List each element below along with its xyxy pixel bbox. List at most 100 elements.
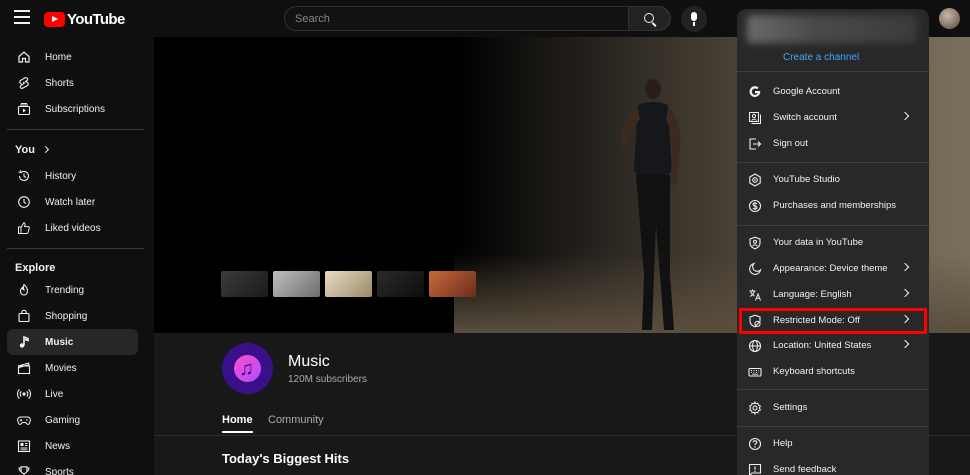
- menu-item-keyboard-shortcuts[interactable]: Keyboard shortcuts: [737, 359, 929, 385]
- menu-divider: [737, 225, 929, 226]
- menu-divider: [737, 389, 929, 390]
- chevron-right-icon: [900, 262, 910, 272]
- menu-item-youtube-studio[interactable]: YouTube Studio: [737, 167, 929, 193]
- subscriptions-icon: [17, 103, 31, 116]
- logo-text: YouTube: [67, 11, 125, 28]
- chevron-right-icon: [900, 111, 910, 121]
- banner-thumbnails: [221, 271, 476, 297]
- menu-item-settings[interactable]: Settings: [737, 395, 929, 421]
- flame-icon: [19, 283, 29, 296]
- menu-item-sign-out[interactable]: Sign out: [737, 131, 929, 157]
- sidebar-item-music[interactable]: Music: [7, 329, 138, 355]
- sidebar-item-sports[interactable]: Sports: [7, 459, 138, 475]
- shelf-title: Today's Biggest Hits: [222, 451, 350, 466]
- sign-out-icon: [749, 138, 762, 150]
- thumbnail[interactable]: [273, 271, 320, 297]
- sidebar-item-watch-later[interactable]: Watch later: [7, 189, 138, 215]
- sidebar-explore-heading: Explore: [15, 262, 56, 274]
- menu-item-language[interactable]: Language: English: [737, 282, 929, 308]
- search-icon: [644, 13, 654, 23]
- menu-item-location[interactable]: Location: United States: [737, 333, 929, 359]
- sidebar-item-movies[interactable]: Movies: [7, 355, 138, 381]
- sidebar-item-live[interactable]: Live: [7, 381, 138, 407]
- shopping-bag-icon: [18, 309, 30, 323]
- menu-icon[interactable]: [14, 10, 30, 24]
- music-note-icon: [19, 335, 29, 348]
- thumbnail[interactable]: [325, 271, 372, 297]
- translate-icon: [749, 289, 761, 301]
- menu-item-your-data[interactable]: Your data in YouTube: [737, 230, 929, 256]
- gear-icon: [748, 401, 762, 415]
- youtube-play-icon: [44, 12, 65, 27]
- channel-name: Music: [288, 353, 330, 370]
- tab-community[interactable]: Community: [268, 414, 324, 426]
- chevron-right-icon: [900, 314, 910, 324]
- menu-divider: [737, 426, 929, 427]
- sidebar-item-label: Gaming: [45, 414, 81, 426]
- gamepad-icon: [17, 416, 31, 425]
- search-button[interactable]: [628, 6, 670, 31]
- sidebar-divider: [7, 248, 144, 249]
- menu-item-appearance[interactable]: Appearance: Device theme: [737, 256, 929, 282]
- help-icon: [748, 437, 762, 451]
- home-icon: [18, 51, 30, 63]
- menu-item-google-account[interactable]: Google Account: [737, 79, 929, 105]
- voice-search-button[interactable]: [681, 6, 707, 32]
- sidebar-item-gaming[interactable]: Gaming: [7, 407, 138, 433]
- subscriber-count: 120M subscribers: [288, 374, 367, 385]
- tab-home[interactable]: Home: [222, 414, 253, 433]
- sidebar-item-shorts[interactable]: Shorts: [7, 70, 138, 96]
- sidebar-item-label: Liked videos: [45, 222, 101, 234]
- thumbnail[interactable]: [377, 271, 424, 297]
- account-header-blurred: [747, 15, 917, 43]
- sidebar-item-shopping[interactable]: Shopping: [7, 303, 138, 329]
- microphone-icon: [691, 12, 697, 21]
- create-channel-link[interactable]: Create a channel: [783, 52, 859, 63]
- sidebar-you-heading[interactable]: You: [15, 144, 50, 156]
- account-menu: Create a channel Google Account Switch a…: [737, 9, 929, 475]
- youtube-logo[interactable]: YouTube: [44, 11, 125, 28]
- chevron-right-icon: [41, 145, 50, 154]
- sidebar-item-history[interactable]: History: [7, 163, 138, 189]
- menu-divider: [737, 71, 929, 72]
- sidebar-item-label: Home: [45, 51, 72, 63]
- menu-item-help[interactable]: Help: [737, 431, 929, 457]
- clapperboard-icon: [17, 362, 31, 375]
- sidebar-item-label: Movies: [45, 362, 77, 374]
- menu-divider: [737, 162, 929, 163]
- newspaper-icon: [17, 440, 31, 453]
- menu-item-send-feedback[interactable]: Send feedback: [737, 457, 929, 475]
- live-icon: [17, 389, 31, 399]
- channel-avatar[interactable]: ♫: [222, 343, 273, 394]
- search-input[interactable]: [285, 7, 629, 30]
- chevron-right-icon: [900, 339, 910, 349]
- restricted-mode-icon: [749, 314, 761, 328]
- music-note-icon: ♫: [239, 358, 254, 380]
- clock-icon: [18, 196, 30, 208]
- thumbs-up-icon: [18, 222, 30, 234]
- search-box: [284, 6, 671, 31]
- sidebar-item-home[interactable]: Home: [7, 44, 138, 70]
- sidebar-item-label: Sports: [45, 466, 74, 475]
- google-icon: [749, 86, 761, 97]
- feedback-icon: [748, 463, 762, 475]
- sidebar-item-news[interactable]: News: [7, 433, 138, 459]
- menu-item-purchases[interactable]: Purchases and memberships: [737, 193, 929, 219]
- avatar[interactable]: [939, 8, 960, 29]
- studio-icon: [749, 173, 761, 187]
- sidebar-item-label: Live: [45, 388, 64, 400]
- sidebar-item-subscriptions[interactable]: Subscriptions: [7, 96, 138, 122]
- switch-account-icon: [749, 112, 761, 124]
- menu-item-restricted-mode[interactable]: Restricted Mode: Off: [739, 308, 927, 334]
- thumbnail[interactable]: [221, 271, 268, 297]
- sidebar-item-label: Trending: [45, 284, 85, 296]
- globe-icon: [748, 339, 762, 353]
- sidebar-item-trending[interactable]: Trending: [7, 277, 138, 303]
- sidebar-item-label: Shopping: [45, 310, 88, 322]
- menu-item-switch-account[interactable]: Switch account: [737, 105, 929, 131]
- sidebar-item-liked-videos[interactable]: Liked videos: [7, 215, 138, 241]
- trophy-icon: [18, 466, 30, 475]
- thumbnail[interactable]: [429, 271, 476, 297]
- sidebar-item-label: Music: [45, 336, 74, 348]
- keyboard-icon: [748, 367, 762, 377]
